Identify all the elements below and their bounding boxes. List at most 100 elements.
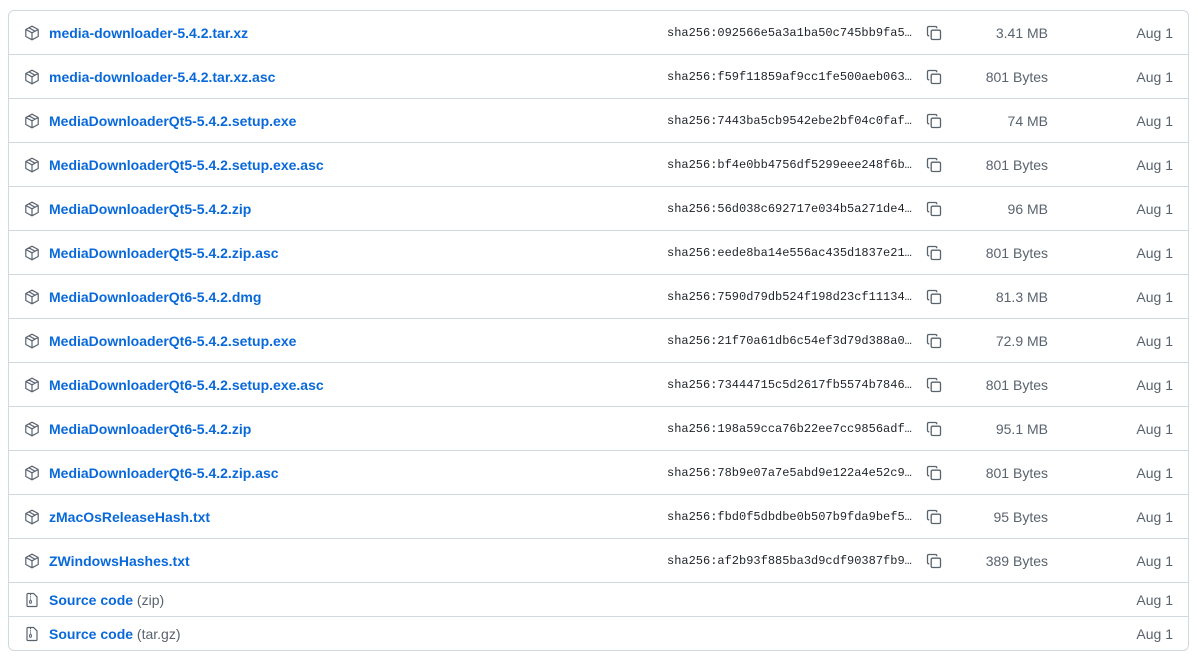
copy-hash-button[interactable] <box>917 547 951 575</box>
copy-hash-button[interactable] <box>917 151 951 179</box>
copy-icon <box>926 245 942 260</box>
source-code-date: Aug 1 <box>1136 591 1173 608</box>
asset-size: 801 Bytes <box>985 464 1048 481</box>
copy-hash-button[interactable] <box>917 63 951 91</box>
asset-hash: sha256:eede8ba14e556ac435d1837e21ab <box>667 245 913 260</box>
asset-size: 389 Bytes <box>985 552 1048 569</box>
asset-link[interactable]: MediaDownloaderQt6-5.4.2.zip <box>49 421 251 437</box>
asset-hash: sha256:56d038c692717e034b5a271de4aa <box>667 201 913 216</box>
asset-size: 96 MB <box>1007 200 1048 217</box>
asset-date: Aug 1 <box>1136 464 1173 481</box>
asset-row: MediaDownloaderQt5-5.4.2.zip sha256:56d0… <box>9 186 1188 230</box>
asset-row: media-downloader-5.4.2.tar.xz.asc sha256… <box>9 54 1188 98</box>
copy-icon <box>926 69 942 84</box>
copy-hash-button[interactable] <box>917 239 951 267</box>
copy-hash-button[interactable] <box>917 371 951 399</box>
copy-hash-button[interactable] <box>917 415 951 443</box>
package-icon <box>25 465 39 480</box>
copy-icon <box>926 421 942 436</box>
package-icon <box>25 201 39 216</box>
copy-hash-button[interactable] <box>917 19 951 47</box>
asset-row: ZWindowsHashes.txt sha256:af2b93f885ba3d… <box>9 538 1188 582</box>
package-icon <box>25 509 39 524</box>
asset-date: Aug 1 <box>1136 112 1173 129</box>
copy-icon <box>926 333 942 348</box>
file-zip-icon <box>26 626 38 641</box>
asset-date: Aug 1 <box>1136 332 1173 349</box>
asset-row: MediaDownloaderQt5-5.4.2.setup.exe sha25… <box>9 98 1188 142</box>
asset-link[interactable]: MediaDownloaderQt5-5.4.2.zip <box>49 201 251 217</box>
asset-date: Aug 1 <box>1136 420 1173 437</box>
source-code-format: (zip) <box>136 591 165 608</box>
asset-link[interactable]: MediaDownloaderQt5-5.4.2.setup.exe.asc <box>49 157 324 173</box>
package-icon <box>25 289 39 304</box>
asset-size: 3.41 MB <box>995 24 1048 41</box>
asset-size: 95.1 MB <box>995 420 1048 437</box>
asset-hash: sha256:21f70a61db6c54ef3d79d388a0ab <box>667 333 913 348</box>
asset-link[interactable]: zMacOsReleaseHash.txt <box>49 509 210 525</box>
asset-size: 801 Bytes <box>985 244 1048 261</box>
asset-date: Aug 1 <box>1136 376 1173 393</box>
package-icon <box>25 113 39 128</box>
package-icon <box>25 245 39 260</box>
source-code-date: Aug 1 <box>1136 625 1173 642</box>
asset-hash: sha256:7443ba5cb9542ebe2bf04c0faf6a <box>667 113 913 128</box>
source-code-label: Source code <box>49 591 134 608</box>
asset-date: Aug 1 <box>1136 552 1173 569</box>
asset-row: MediaDownloaderQt5-5.4.2.zip.asc sha256:… <box>9 230 1188 274</box>
asset-link[interactable]: MediaDownloaderQt6-5.4.2.setup.exe.asc <box>49 377 324 393</box>
asset-hash: sha256:7590d79db524f198d23cf11134ab <box>667 289 913 304</box>
copy-hash-button[interactable] <box>917 283 951 311</box>
asset-date: Aug 1 <box>1136 24 1173 41</box>
copy-hash-button[interactable] <box>917 107 951 135</box>
copy-hash-button[interactable] <box>917 327 951 355</box>
package-icon <box>25 421 39 436</box>
asset-size: 74 MB <box>1007 112 1048 129</box>
package-icon <box>25 25 39 40</box>
source-code-link[interactable]: Source code (zip) <box>49 592 164 608</box>
asset-link[interactable]: MediaDownloaderQt5-5.4.2.zip.asc <box>49 245 279 261</box>
asset-row: MediaDownloaderQt5-5.4.2.setup.exe.asc s… <box>9 142 1188 186</box>
source-code-row: Source code (zip) Aug 1 <box>9 582 1188 616</box>
copy-hash-button[interactable] <box>917 459 951 487</box>
asset-link[interactable]: MediaDownloaderQt5-5.4.2.setup.exe <box>49 113 296 129</box>
asset-link[interactable]: MediaDownloaderQt6-5.4.2.zip.asc <box>49 465 279 481</box>
copy-icon <box>926 201 942 216</box>
source-code-label: Source code <box>49 625 134 642</box>
copy-icon <box>926 465 942 480</box>
asset-date: Aug 1 <box>1136 508 1173 525</box>
package-icon <box>25 333 39 348</box>
copy-hash-button[interactable] <box>917 503 951 531</box>
asset-link[interactable]: media-downloader-5.4.2.tar.xz <box>49 25 248 41</box>
asset-hash: sha256:198a59cca76b22ee7cc9856adfab <box>667 421 913 436</box>
source-code-link[interactable]: Source code (tar.gz) <box>49 626 181 642</box>
asset-date: Aug 1 <box>1136 68 1173 85</box>
package-icon <box>25 157 39 172</box>
package-icon <box>25 553 39 568</box>
asset-link[interactable]: ZWindowsHashes.txt <box>49 553 190 569</box>
copy-hash-button[interactable] <box>917 195 951 223</box>
asset-hash: sha256:fbd0f5dbdbe0b507b9fda9bef5ab <box>667 509 913 524</box>
asset-link[interactable]: MediaDownloaderQt6-5.4.2.setup.exe <box>49 333 296 349</box>
asset-row: MediaDownloaderQt6-5.4.2.zip sha256:198a… <box>9 406 1188 450</box>
asset-date: Aug 1 <box>1136 244 1173 261</box>
copy-icon <box>926 553 942 568</box>
asset-row: MediaDownloaderQt6-5.4.2.dmg sha256:7590… <box>9 274 1188 318</box>
asset-link[interactable]: media-downloader-5.4.2.tar.xz.asc <box>49 69 275 85</box>
asset-size: 801 Bytes <box>985 376 1048 393</box>
asset-size: 95 Bytes <box>993 508 1048 525</box>
asset-hash: sha256:af2b93f885ba3d9cdf90387fb9ab <box>667 553 913 568</box>
copy-icon <box>926 113 942 128</box>
copy-icon <box>926 289 942 304</box>
file-zip-icon <box>26 592 38 607</box>
source-code-format: (tar.gz) <box>136 625 181 642</box>
asset-size: 801 Bytes <box>985 156 1048 173</box>
copy-icon <box>926 377 942 392</box>
package-icon <box>25 377 39 392</box>
asset-hash: sha256:092566e5a3a1ba50c745bb9fa5c8 <box>667 25 913 40</box>
asset-link[interactable]: MediaDownloaderQt6-5.4.2.dmg <box>49 289 261 305</box>
copy-icon <box>926 509 942 524</box>
asset-size: 801 Bytes <box>985 68 1048 85</box>
asset-size: 81.3 MB <box>995 288 1048 305</box>
copy-icon <box>926 157 942 172</box>
